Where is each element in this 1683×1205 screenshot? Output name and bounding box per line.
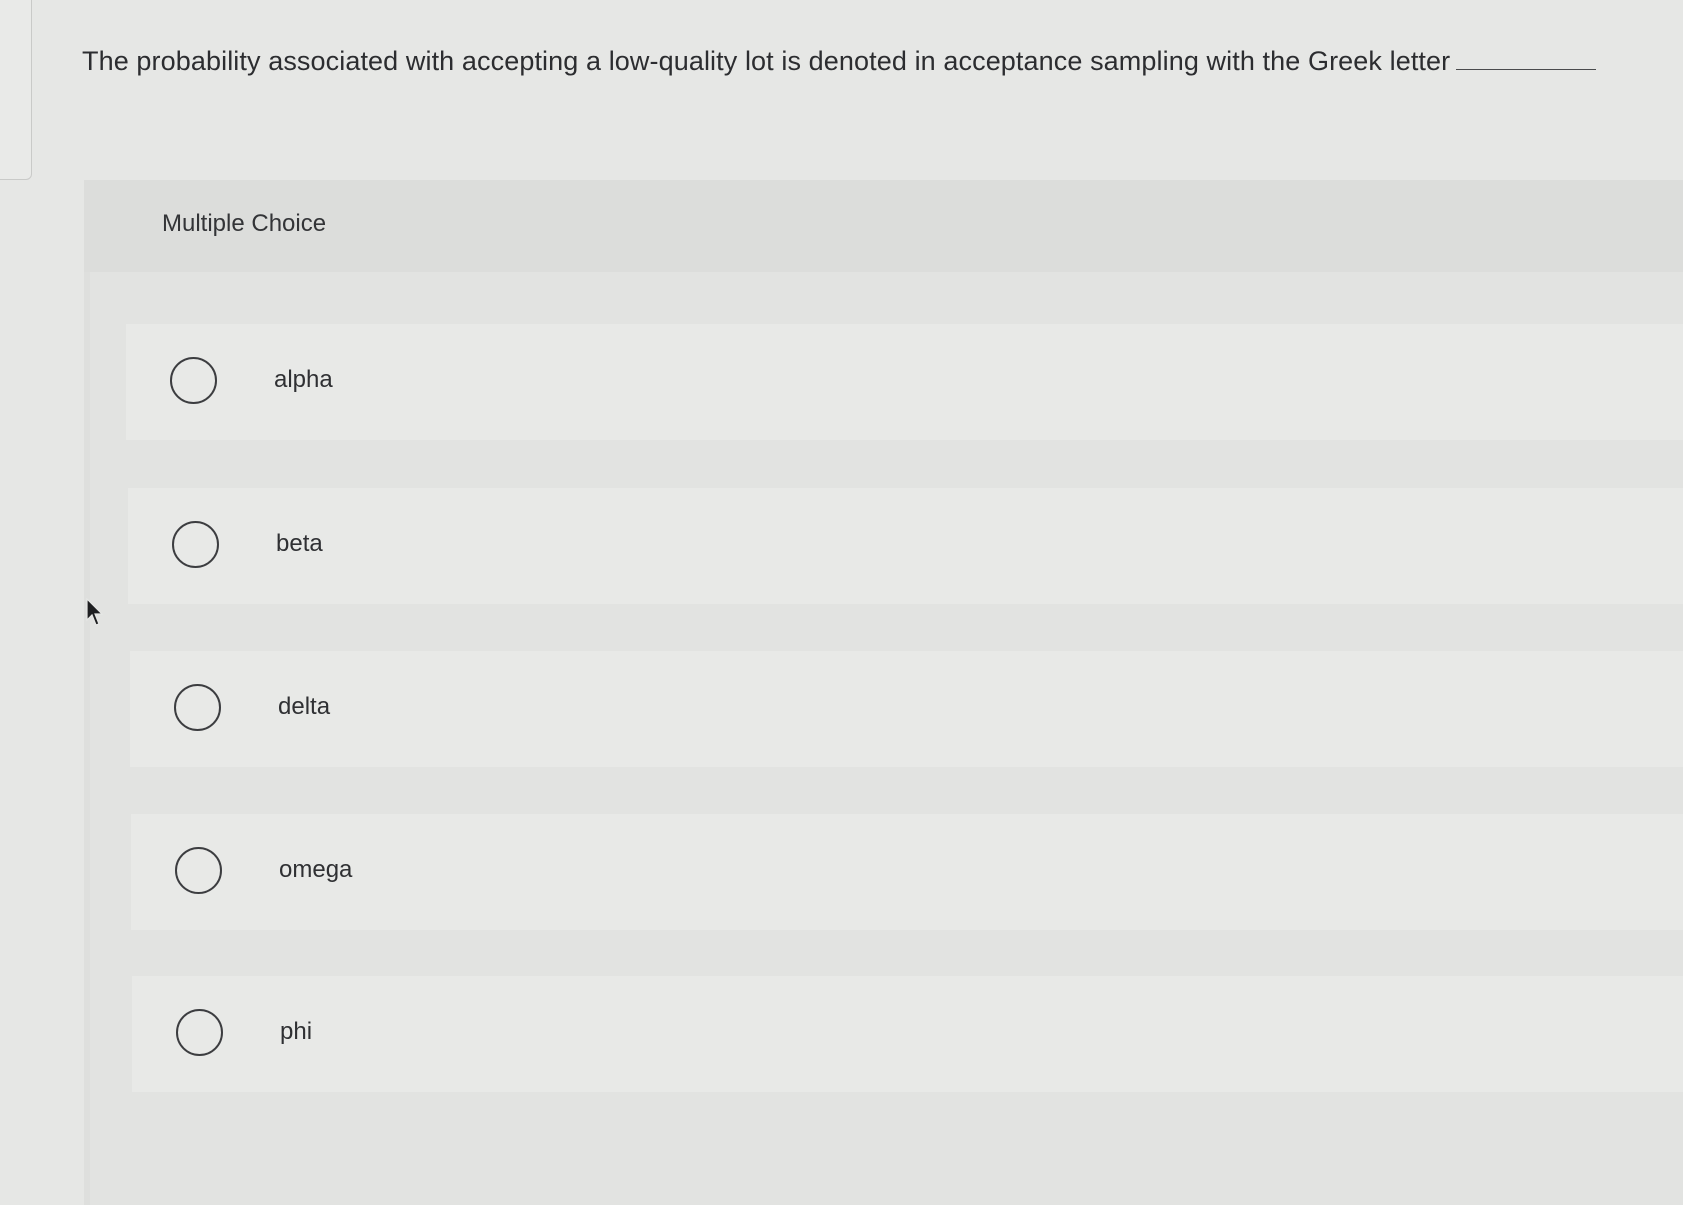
radio-unchecked-icon[interactable] <box>172 521 219 568</box>
mouse-pointer-icon <box>86 598 104 626</box>
radio-unchecked-icon[interactable] <box>176 1009 223 1056</box>
option-delta[interactable]: delta <box>130 651 1683 767</box>
option-label: delta <box>278 693 331 720</box>
multiple-choice-header: Multiple Choice <box>84 180 1683 272</box>
option-label: beta <box>276 530 323 557</box>
multiple-choice-panel: Multiple Choice alpha beta delta omega p… <box>84 180 1683 1205</box>
radio-unchecked-icon[interactable] <box>175 847 222 894</box>
answer-blank <box>1456 69 1597 70</box>
question-row: The probability associated with acceptin… <box>82 46 1683 86</box>
radio-unchecked-icon[interactable] <box>170 357 217 404</box>
option-omega[interactable]: omega <box>131 814 1683 930</box>
option-phi[interactable]: phi <box>132 976 1683 1092</box>
radio-unchecked-icon[interactable] <box>174 684 221 731</box>
option-alpha[interactable]: alpha <box>126 324 1683 440</box>
option-beta[interactable]: beta <box>128 488 1683 604</box>
option-label: omega <box>279 856 353 883</box>
question-text: The probability associated with acceptin… <box>82 46 1451 76</box>
option-label: phi <box>280 1018 313 1045</box>
left-edge-panel <box>0 0 32 180</box>
option-label: alpha <box>274 366 333 393</box>
multiple-choice-label: Multiple Choice <box>162 210 327 237</box>
